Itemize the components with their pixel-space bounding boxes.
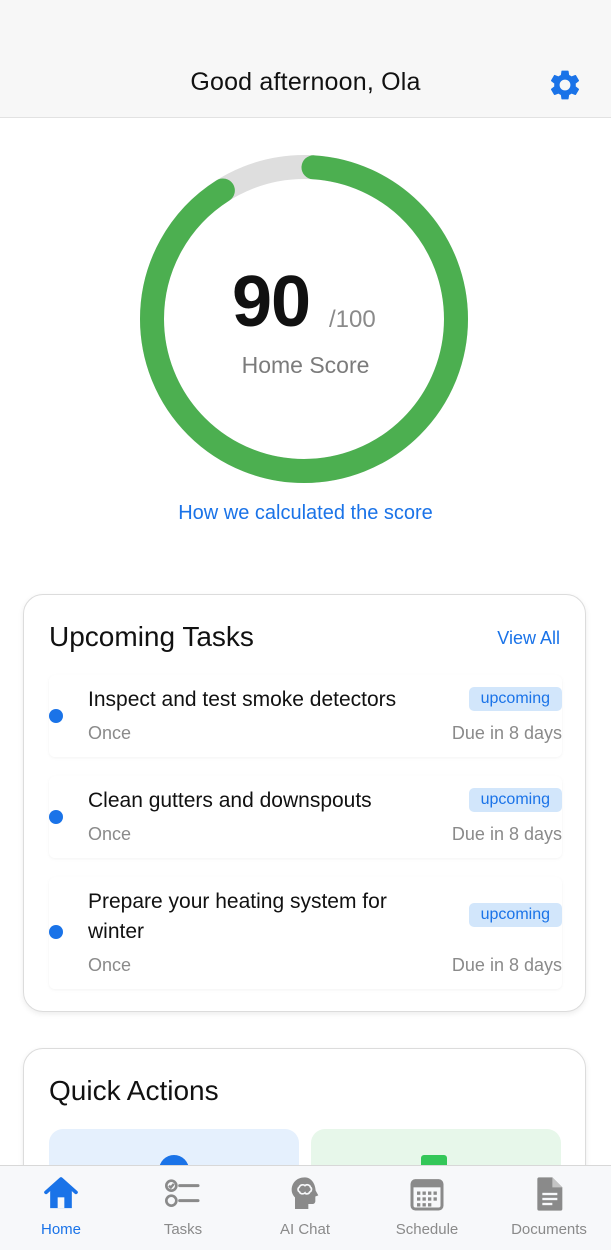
score-label: Home Score bbox=[241, 352, 370, 378]
task-item[interactable]: Prepare your heating system for winter u… bbox=[49, 877, 562, 989]
task-item[interactable]: Inspect and test smoke detectors upcomin… bbox=[49, 675, 562, 757]
tab-documents[interactable]: Documents bbox=[488, 1166, 610, 1250]
task-frequency: Once bbox=[88, 723, 132, 743]
task-dot-icon bbox=[49, 810, 63, 824]
greeting-title: Good afternoon, Ola bbox=[190, 68, 421, 96]
tab-label: Home bbox=[40, 1221, 81, 1238]
view-all-link[interactable]: View All bbox=[497, 628, 560, 649]
gear-icon bbox=[550, 70, 580, 100]
calendar-icon bbox=[410, 1179, 444, 1211]
status-badge: upcoming bbox=[468, 788, 562, 812]
brain-head-icon bbox=[291, 1177, 319, 1209]
tab-schedule[interactable]: Schedule bbox=[366, 1166, 488, 1250]
tab-label: Documents bbox=[511, 1221, 587, 1238]
checklist-icon bbox=[165, 1179, 200, 1207]
score-calculation-link[interactable]: How we calculated the score bbox=[0, 502, 611, 525]
task-due: Due in 8 days bbox=[451, 723, 562, 743]
task-frequency: Once bbox=[88, 824, 132, 844]
tab-label: Schedule bbox=[395, 1221, 459, 1238]
upcoming-tasks-title: Upcoming Tasks bbox=[49, 621, 254, 652]
tab-home[interactable]: Home bbox=[0, 1166, 122, 1250]
task-dot-icon bbox=[49, 709, 63, 723]
settings-button[interactable] bbox=[546, 66, 584, 104]
task-title: Clean gutters and downspouts bbox=[88, 789, 372, 812]
house-icon bbox=[44, 1177, 78, 1209]
task-frequency: Once bbox=[88, 955, 132, 975]
score-max: /100 bbox=[329, 306, 376, 333]
task-title: Inspect and test smoke detectors bbox=[88, 688, 397, 711]
quick-actions-title: Quick Actions bbox=[49, 1075, 219, 1106]
status-badge: upcoming bbox=[468, 903, 562, 927]
bottom-tab-bar: Home Tasks AI Chat Schedule Documents bbox=[0, 1165, 611, 1250]
app-header: Good afternoon, Ola bbox=[0, 0, 611, 118]
tab-tasks[interactable]: Tasks bbox=[122, 1166, 244, 1250]
tab-label: AI Chat bbox=[279, 1221, 331, 1238]
task-due: Due in 8 days bbox=[451, 955, 562, 975]
tab-label: Tasks bbox=[163, 1221, 203, 1238]
task-dot-icon bbox=[49, 925, 63, 939]
document-icon bbox=[537, 1177, 563, 1211]
tab-ai-chat[interactable]: AI Chat bbox=[244, 1166, 366, 1250]
task-title: Prepare your heating system for winter bbox=[88, 890, 387, 943]
upcoming-tasks-card: Upcoming Tasks View All Inspect and test… bbox=[23, 594, 586, 1012]
status-badge: upcoming bbox=[468, 687, 562, 711]
task-due: Due in 8 days bbox=[451, 824, 562, 844]
task-item[interactable]: Clean gutters and downspouts upcoming On… bbox=[49, 776, 562, 858]
score-value: 90 bbox=[232, 262, 311, 342]
